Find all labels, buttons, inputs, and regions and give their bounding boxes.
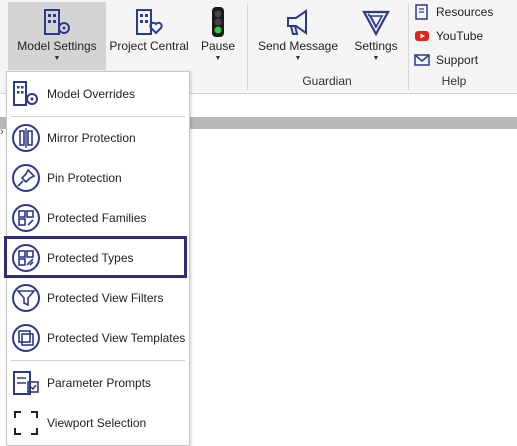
model-settings-button[interactable]: Model Settings ▼: [8, 2, 106, 70]
traffic-light-icon: [212, 7, 224, 37]
ribbon-separator: [408, 4, 409, 90]
resources-label: Resources: [436, 5, 494, 19]
menu-item-mirror-protection[interactable]: Mirror Protection: [7, 120, 189, 156]
menu-item-protected-view-templates[interactable]: Protected View Templates: [7, 320, 189, 356]
menu-item-model-overrides[interactable]: Model Overrides: [7, 76, 189, 112]
mirror-protection-icon: [12, 124, 40, 152]
settings-label: Settings: [354, 39, 398, 53]
youtube-button[interactable]: YouTube: [414, 25, 483, 47]
pause-button[interactable]: Pause ▼: [196, 2, 240, 70]
filter-icon: [12, 284, 40, 312]
highlight-box: [4, 236, 187, 278]
menu-item-pin-protection[interactable]: Pin Protection: [7, 160, 189, 196]
menu-item-label: Protected View Filters: [47, 291, 164, 305]
menu-item-label: Pin Protection: [47, 171, 122, 185]
send-message-button[interactable]: Send Message ▼: [254, 2, 342, 70]
menu-separator: [11, 360, 185, 361]
model-overrides-icon: [13, 81, 38, 106]
settings-button[interactable]: Settings ▼: [350, 2, 402, 70]
book-icon: [415, 4, 428, 20]
send-message-label: Send Message: [257, 39, 339, 53]
pin-icon: [12, 164, 40, 192]
chevron-down-icon: ▼: [294, 55, 302, 62]
resources-button[interactable]: Resources: [414, 1, 493, 23]
menu-item-label: Protected View Templates: [47, 331, 186, 345]
pause-label: Pause: [200, 39, 236, 53]
mail-icon: [414, 54, 430, 66]
menu-item-label: Parameter Prompts: [47, 376, 152, 390]
project-central-button[interactable]: Project Central: [108, 2, 190, 70]
viewport-selection-icon: [14, 411, 38, 435]
menu-item-label: Model Overrides: [47, 87, 136, 101]
menu-item-protected-view-filters[interactable]: Protected View Filters: [7, 280, 189, 316]
model-settings-label: Model Settings: [17, 39, 97, 53]
chevron-down-icon: ▼: [372, 55, 380, 62]
youtube-label: YouTube: [436, 29, 484, 43]
view-templates-icon: [12, 324, 40, 352]
parameter-prompts-icon: [13, 371, 39, 395]
building-heart-icon: [136, 9, 163, 35]
menu-item-label: Mirror Protection: [47, 131, 136, 145]
support-button[interactable]: Support: [414, 49, 478, 71]
megaphone-icon: [287, 9, 307, 35]
menu-item-protected-families[interactable]: Protected Families: [7, 200, 189, 236]
menu-item-viewport-selection[interactable]: Viewport Selection: [7, 405, 189, 441]
help-group-label: Help: [441, 74, 467, 88]
chevron-down-icon: ▼: [214, 55, 222, 62]
support-label: Support: [436, 53, 479, 67]
guardian-shield-icon: [362, 10, 390, 37]
project-central-label: Project Central: [109, 39, 189, 53]
menu-item-label: Viewport Selection: [47, 416, 147, 430]
youtube-icon: [415, 31, 429, 41]
chevron-down-icon: ▼: [53, 55, 61, 62]
building-gear-icon: [44, 9, 70, 35]
menu-item-parameter-prompts[interactable]: Parameter Prompts: [7, 365, 189, 401]
protected-families-icon: [12, 204, 40, 232]
menu-separator: [11, 116, 185, 117]
menu-item-label: Protected Families: [47, 211, 147, 225]
guardian-group-label: Guardian: [302, 74, 352, 88]
chevron-right-icon[interactable]: ›: [0, 126, 4, 138]
